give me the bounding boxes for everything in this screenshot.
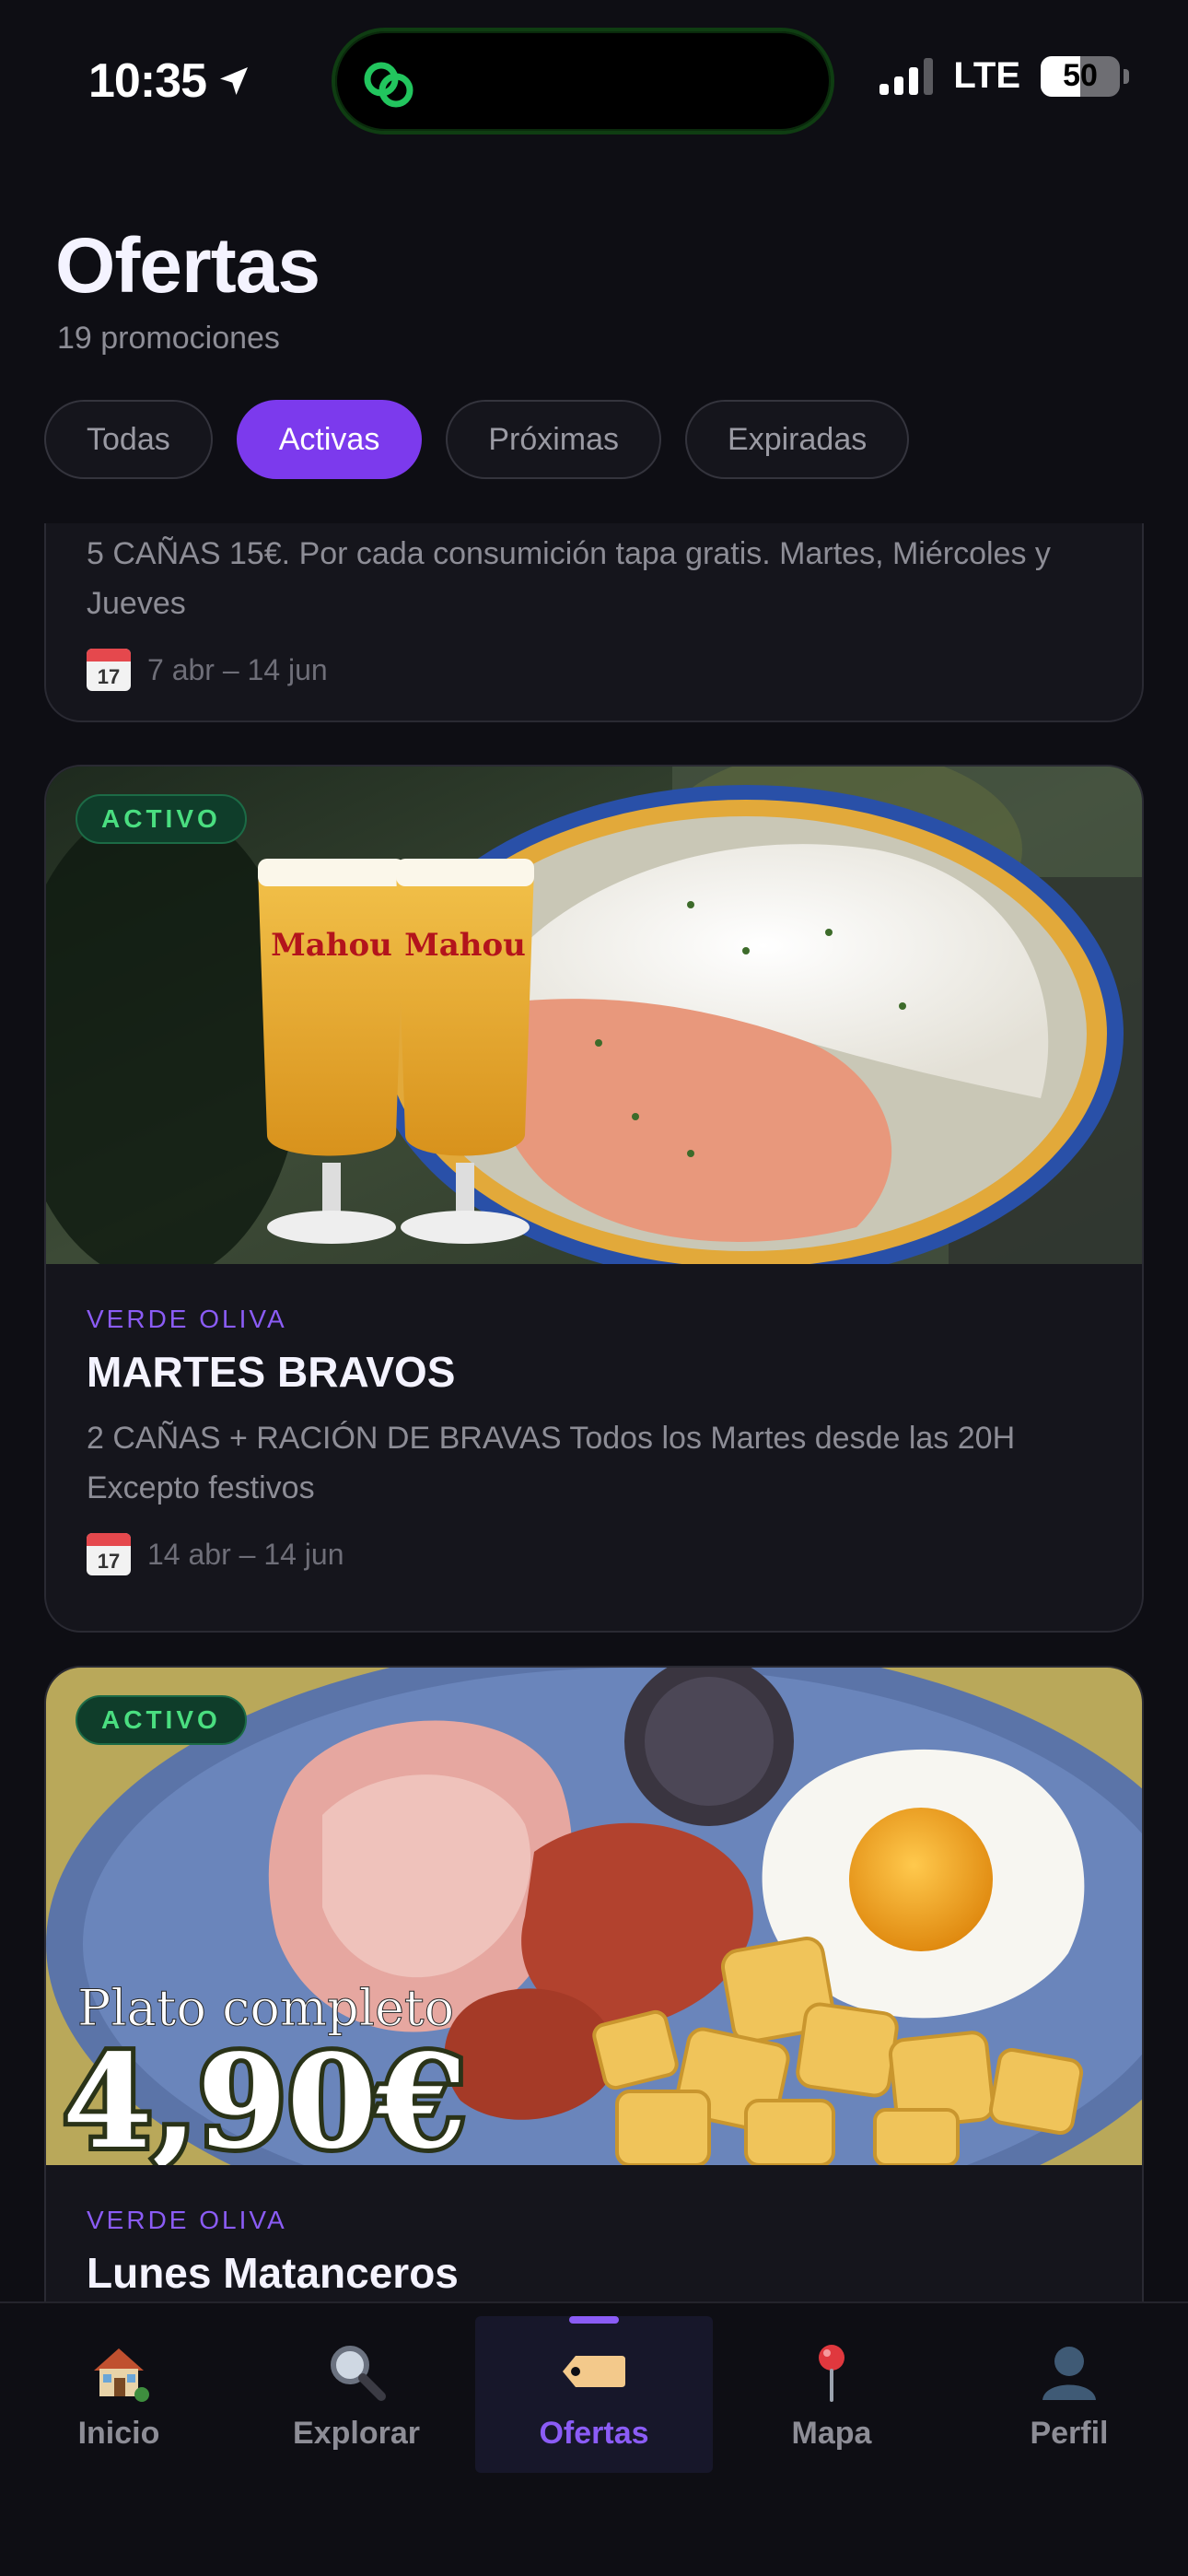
tab-label: Explorar <box>293 2416 420 2451</box>
house-icon <box>84 2336 154 2406</box>
status-badge: ACTIVO <box>76 1695 247 1745</box>
tab-label: Perfil <box>1030 2416 1109 2451</box>
tab-ofertas[interactable]: Ofertas <box>475 2316 713 2473</box>
battery-icon: 50 <box>1041 55 1129 97</box>
filter-chip-activas[interactable]: Activas <box>236 400 423 479</box>
battery-level: 50 <box>1063 58 1098 93</box>
filter-chip-expiradas[interactable]: Expiradas <box>685 400 910 479</box>
tab-mapa[interactable]: Mapa <box>713 2316 950 2473</box>
tab-inicio[interactable]: Inicio <box>0 2316 238 2473</box>
calendar-icon: 17 <box>87 1533 131 1575</box>
tab-label: Ofertas <box>539 2416 649 2451</box>
location-arrow-icon <box>220 67 248 95</box>
offer-venue: VERDE OLIVA <box>87 1305 287 1333</box>
status-indicators: LTE 50 <box>879 55 1129 97</box>
status-bar: 10:35 LTE 50 <box>0 0 1188 157</box>
offer-title: MARTES BRAVOS <box>87 1348 456 1396</box>
offer-dates: 17 14 abr – 14 jun <box>87 1533 1101 1575</box>
offer-dates: 17 7 abr – 14 jun <box>87 649 1101 691</box>
linked-rings-icon <box>364 62 413 108</box>
offer-card[interactable]: 5 CAÑAS 15€. Por cada consumición tapa g… <box>44 523 1144 722</box>
dynamic-island[interactable] <box>332 28 834 135</box>
offer-description: 2 CAÑAS + RACIÓN DE BRAVAS Todos los Mar… <box>87 1421 1016 1505</box>
status-badge: ACTIVO <box>76 794 247 844</box>
offer-card[interactable]: Mahou Mahou ACTIVO VERDE OLIVA MARTES BR… <box>44 765 1144 1633</box>
tab-perfil[interactable]: Perfil <box>950 2316 1188 2473</box>
offer-card[interactable]: Plato completo 4,90€ ACTIVO VERDE OLIVA … <box>44 1666 1144 2301</box>
glass-brand-text: Mahou <box>404 927 526 964</box>
cellular-signal-icon <box>879 57 934 95</box>
person-icon <box>1034 2336 1104 2406</box>
offer-title: Lunes Matanceros <box>87 2249 459 2297</box>
offer-image-plato-completo: Plato completo 4,90€ ACTIVO <box>46 1668 1142 2165</box>
calendar-icon: 17 <box>87 649 131 691</box>
tab-label: Mapa <box>791 2416 872 2451</box>
network-type: LTE <box>953 55 1020 96</box>
bottom-tab-bar: Inicio Explorar Ofertas Mapa Perfil <box>0 2301 1188 2576</box>
glass-brand-text: Mahou <box>271 927 392 964</box>
tag-icon <box>559 2336 629 2406</box>
page-title: Ofertas <box>55 222 320 309</box>
status-time: 10:35 <box>88 53 252 109</box>
magnifier-icon <box>321 2336 391 2406</box>
offers-feed[interactable]: 5 CAÑAS 15€. Por cada consumición tapa g… <box>0 523 1188 2301</box>
promotion-count: 19 promociones <box>57 321 280 356</box>
filter-chip-todas[interactable]: Todas <box>44 400 213 479</box>
offer-description: 5 CAÑAS 15€. Por cada consumición tapa g… <box>87 536 1051 621</box>
tab-explorar[interactable]: Explorar <box>238 2316 475 2473</box>
pin-icon <box>797 2336 867 2406</box>
tab-label: Inicio <box>77 2416 160 2451</box>
filter-chips: Todas Activas Próximas Expiradas <box>44 400 910 479</box>
filter-chip-proximas[interactable]: Próximas <box>446 400 662 479</box>
offer-image-beers-bravas: Mahou Mahou ACTIVO <box>46 767 1142 1264</box>
offer-venue: VERDE OLIVA <box>87 2206 287 2234</box>
active-tab-indicator <box>569 2316 619 2324</box>
image-price-text: 4,90€ <box>63 2027 466 2165</box>
